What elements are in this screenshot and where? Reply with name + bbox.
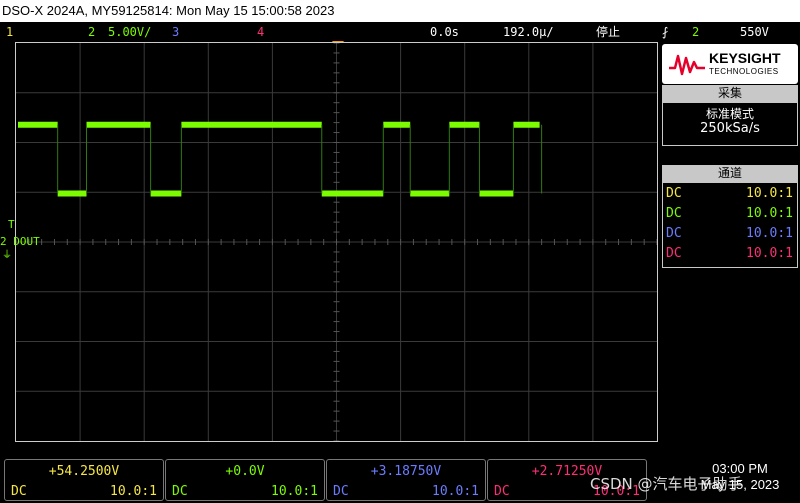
waveform-segment xyxy=(479,190,514,197)
waveform-segment xyxy=(513,121,540,128)
waveform-segment xyxy=(181,121,322,128)
waveform-segment xyxy=(57,190,87,197)
acquisition-header[interactable]: 采集 xyxy=(662,85,798,102)
channels-header[interactable]: 通道 xyxy=(662,165,798,182)
ch2-ratio: 10.0:1 xyxy=(271,484,318,499)
channel-row[interactable]: DC 10.0:1 xyxy=(663,204,797,224)
brand-logo: KEYSIGHT TECHNOLOGIES xyxy=(662,44,798,84)
ch1-offset-box[interactable]: +54.2500V DC 10.0:1 xyxy=(4,459,164,501)
time-scale[interactable]: 192.0µ/ xyxy=(503,22,554,42)
trigger-level-mark: T xyxy=(8,218,15,231)
window-title: DSO-X 2024A, MY59125814: Mon May 15 15:0… xyxy=(0,0,800,22)
ch4-coupling: DC xyxy=(494,484,510,499)
ch2-coupling: DC xyxy=(172,484,188,499)
waveform-segment xyxy=(150,190,182,197)
keysight-wave-icon xyxy=(669,54,705,76)
acquisition-mode: 标准模式 xyxy=(705,107,754,121)
channel-coupling: DC xyxy=(666,226,682,241)
watermark: CSDN @汽车电子助手 xyxy=(590,475,743,493)
ch1-offset: +54.2500V xyxy=(48,464,120,479)
channel-coupling: DC xyxy=(666,186,682,201)
channel-ratio: 10.0:1 xyxy=(746,246,793,261)
channel-ratio: 10.0:1 xyxy=(746,206,793,221)
brand-name: KEYSIGHT xyxy=(709,50,781,66)
waveform-segment xyxy=(18,121,58,128)
run-state[interactable]: 停止 xyxy=(596,22,620,42)
ch1-coupling: DC xyxy=(11,484,27,499)
channel-coupling: DC xyxy=(666,246,682,261)
side-panel: KEYSIGHT TECHNOLOGIES 采集 标准模式 250kSa/s 通… xyxy=(660,42,800,462)
sample-rate: 250kSa/s xyxy=(700,121,760,136)
ch2-offset: +0.0V xyxy=(225,464,265,479)
trigger-edge-icon: ⨏ xyxy=(662,25,669,39)
channel-row[interactable]: DC 10.0:1 xyxy=(663,224,797,244)
brand-subtitle: TECHNOLOGIES xyxy=(709,67,779,76)
channel-row[interactable]: DC 10.0:1 xyxy=(663,244,797,264)
ch1-ratio: 10.0:1 xyxy=(110,484,157,499)
waveform-segment xyxy=(410,190,450,197)
ch3-number[interactable]: 3 xyxy=(172,22,179,42)
ch4-number[interactable]: 4 xyxy=(257,22,264,42)
waveform-segment xyxy=(449,121,480,128)
ch3-coupling: DC xyxy=(333,484,349,499)
waveform-segment xyxy=(321,190,384,197)
time-offset[interactable]: 0.0s xyxy=(430,22,459,42)
channel-coupling: DC xyxy=(666,206,682,221)
ch2-number[interactable]: 2 xyxy=(88,22,95,42)
channels-panel[interactable]: DC 10.0:1 DC 10.0:1 DC 10.0:1 DC 10.0:1 xyxy=(662,182,798,268)
ground-icon: ⏚ xyxy=(2,250,12,261)
channel-ratio: 10.0:1 xyxy=(746,226,793,241)
ch2-scale[interactable]: 5.00V/ xyxy=(108,22,151,42)
channel-ratio: 10.0:1 xyxy=(746,186,793,201)
trigger-level[interactable]: 550V xyxy=(740,22,769,42)
ch2-offset-box[interactable]: +0.0V DC 10.0:1 xyxy=(165,459,325,501)
waveform-display[interactable] xyxy=(15,42,658,442)
channel-row[interactable]: DC 10.0:1 xyxy=(663,184,797,204)
ch3-offset-box[interactable]: +3.18750V DC 10.0:1 xyxy=(326,459,486,501)
graticule xyxy=(16,43,657,441)
acquisition-panel[interactable]: 标准模式 250kSa/s xyxy=(662,102,798,146)
ch3-offset: +3.18750V xyxy=(370,464,442,479)
ch3-ratio: 10.0:1 xyxy=(432,484,479,499)
waveform-segment xyxy=(383,121,411,128)
status-bar: 1 2 5.00V/ 3 4 0.0s 192.0µ/ 停止 ⨏ 2 550V xyxy=(0,22,800,42)
trigger-channel[interactable]: 2 xyxy=(692,22,699,42)
waveform-segment xyxy=(86,121,151,128)
ch1-number[interactable]: 1 xyxy=(6,22,13,42)
